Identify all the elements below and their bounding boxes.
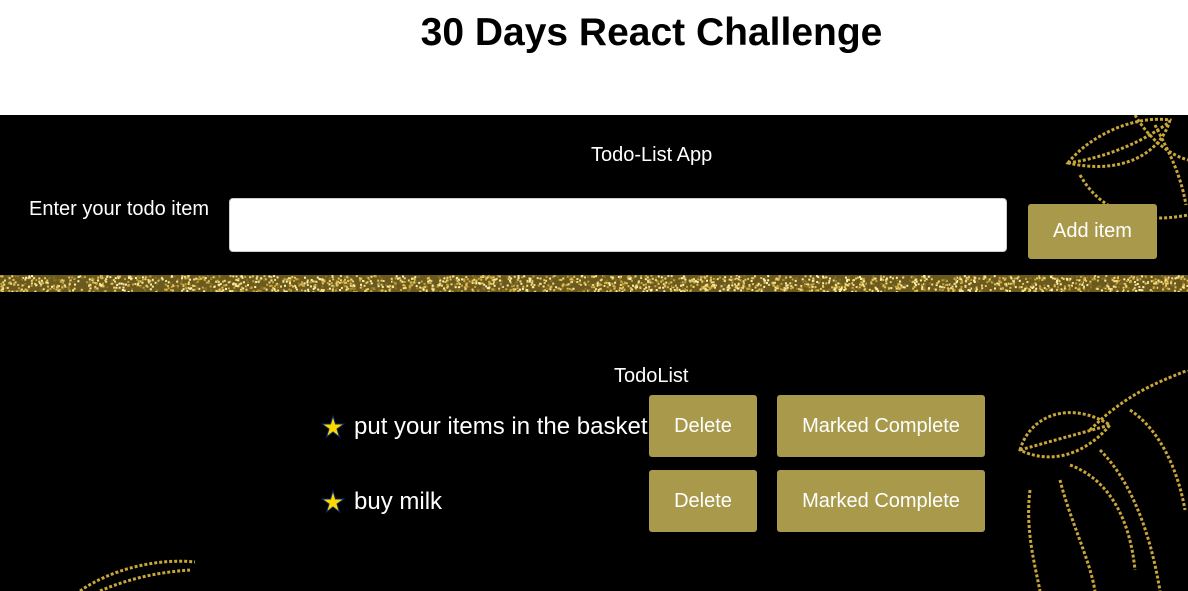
delete-button[interactable]: Delete [649,395,757,457]
star-icon [321,415,345,439]
todo-app-panel: Todo-List App Enter your todo item Add i… [0,115,1188,591]
todo-item-text: buy milk [354,488,443,515]
gold-glitter-divider [0,275,1188,292]
add-item-button[interactable]: Add item [1028,204,1157,259]
gold-leaf-decoration-bottom-left [79,559,196,591]
gold-leaf-decoration-bottom-right [1018,370,1188,591]
app-title: Todo-List App [591,144,713,166]
todo-input[interactable] [229,198,1007,252]
todo-item-text: put your items in the basket [354,413,648,440]
mark-complete-button[interactable]: Marked Complete [777,395,985,457]
todo-list-title: TodoList [614,365,689,387]
delete-button[interactable]: Delete [649,470,757,532]
page-title: 30 Days React Challenge [420,11,883,54]
mark-complete-button[interactable]: Marked Complete [777,470,985,532]
star-icon [321,490,345,514]
todo-input-label: Enter your todo item [29,198,210,220]
